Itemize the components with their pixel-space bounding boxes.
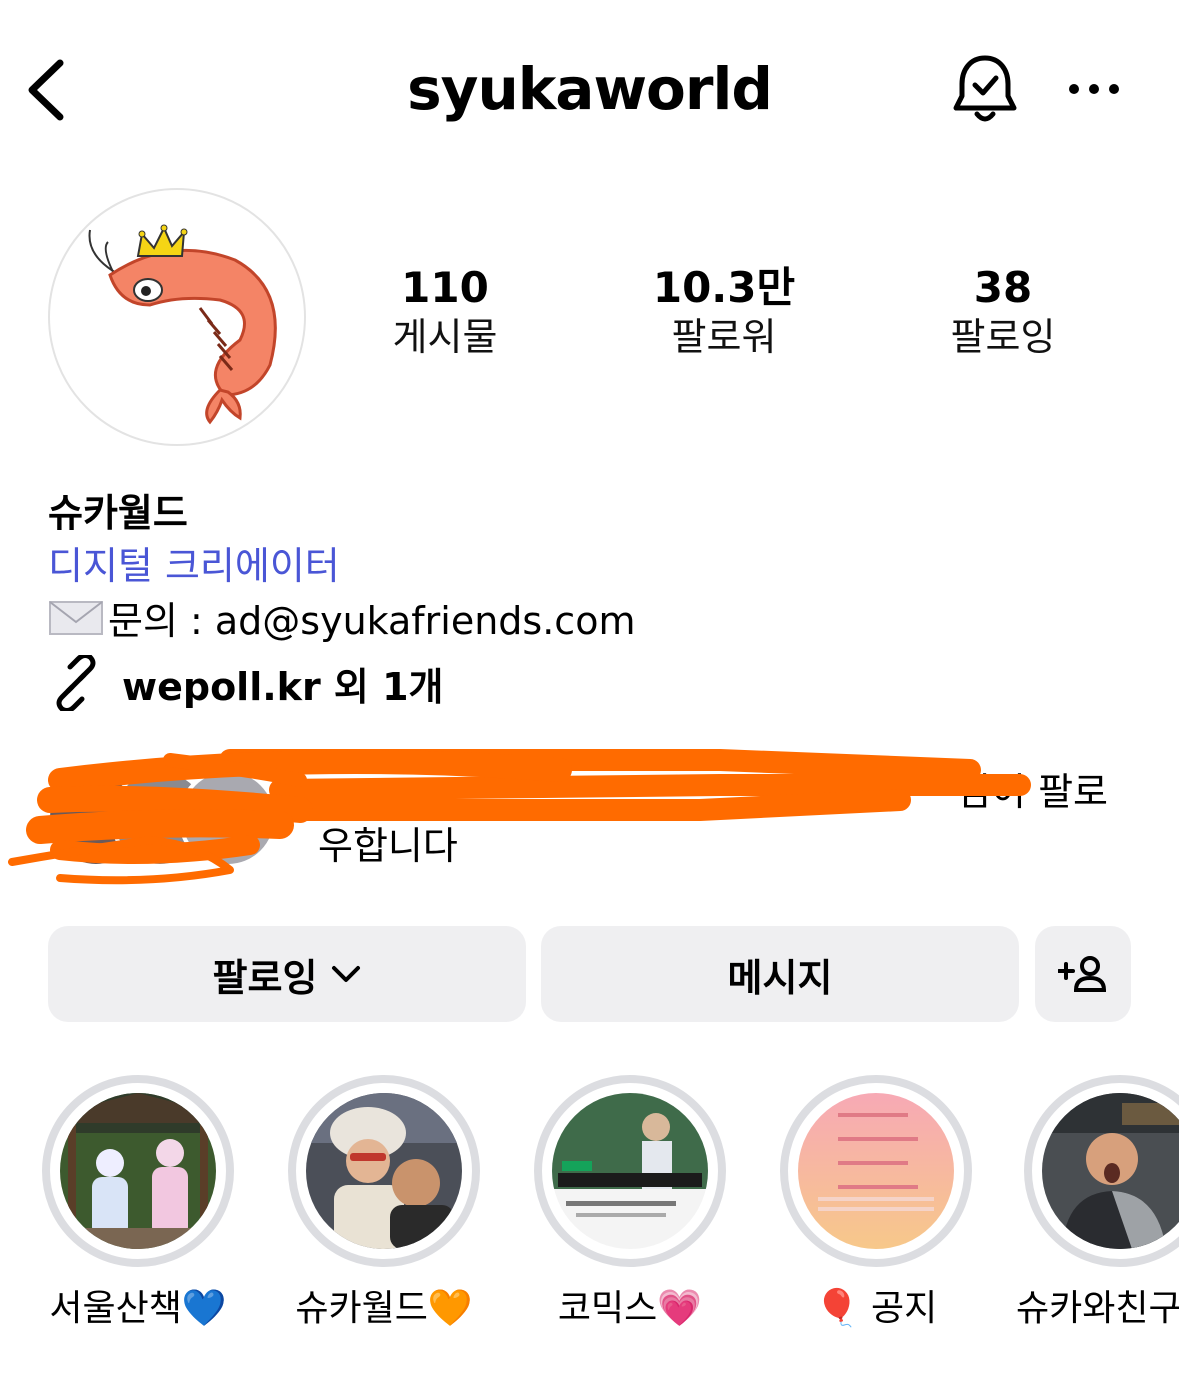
highlight-thumbnail [306,1093,462,1249]
mutual-avatar [178,768,278,868]
more-options-button[interactable] [1062,72,1126,106]
message-button-label: 메시지 [727,955,833,1000]
highlight-seoul-walk[interactable]: 서울산책💙 [40,1075,236,1331]
more-dots-icon [1069,84,1119,94]
add-person-icon [1058,956,1107,992]
highlight-thumbnail [552,1093,708,1249]
envelope-icon [49,600,103,635]
category-label[interactable]: 디지털 크리에이터 [48,535,340,590]
contact-text: 문의 : ad@syukafriends.com [108,599,636,643]
highlight-label: 슈카와친구들 [1016,1288,1179,1329]
highlight-syukaworld[interactable]: 슈카월드🧡 [286,1075,482,1331]
highlight-ring [1024,1075,1179,1267]
bell-check-icon [953,55,1017,122]
notifications-button[interactable] [950,52,1020,127]
bio-contact: 문의 : ad@syukafriends.com [48,590,635,645]
following-count: 38 [973,263,1033,312]
shrimp-logo [88,224,277,425]
mutual-text-line2: 우합니다 [318,824,458,868]
link-text: wepoll.kr 외 1개 [122,664,444,709]
orange-heart-icon: 🧡 [427,1288,473,1329]
display-name: 슈카월드 [48,491,188,535]
bio-link[interactable]: wepoll.kr 외 1개 [48,655,444,711]
profile-avatar[interactable] [48,188,306,446]
highlight-label: 🎈 공지 [814,1288,938,1329]
highlight-thumbnail [60,1093,216,1249]
highlight-thumbnail [1042,1093,1179,1249]
highlight-thumbnail [798,1093,954,1249]
highlight-comics[interactable]: 코믹스💗 [532,1075,728,1331]
highlight-label: 코믹스💗 [557,1288,703,1329]
back-button[interactable] [22,55,72,125]
highlight-ring [288,1075,480,1267]
stat-posts[interactable]: 110 게시물 [345,262,545,360]
highlight-ring [780,1075,972,1267]
suggest-users-button[interactable] [1035,926,1131,1022]
posts-label: 게시물 [392,315,498,359]
following-button-label: 팔로잉 [212,955,318,1000]
chevron-left-icon [28,59,64,121]
mutual-text-line1: 님이 팔로 [956,770,1108,814]
highlight-label: 서울산책💙 [49,1288,227,1329]
chevron-down-icon [332,966,361,982]
message-button[interactable]: 메시지 [541,926,1019,1022]
highlight-ring [42,1075,234,1267]
highlight-ring [534,1075,726,1267]
pink-heart-icon: 💗 [657,1288,703,1329]
balloon-icon: 🎈 [814,1288,860,1329]
stat-followers[interactable]: 10.3만 팔로워 [624,262,824,360]
mutual-followers-text: 님이 팔로 우합니다 [318,765,1118,873]
followers-label: 팔로워 [671,315,777,359]
highlight-notice[interactable]: 🎈 공지 [778,1075,974,1331]
following-label: 팔로잉 [950,315,1056,359]
link-icon [56,655,96,711]
followers-count: 10.3만 [652,263,796,312]
highlight-label: 슈카월드🧡 [295,1288,473,1329]
posts-count: 110 [401,263,489,312]
following-button[interactable]: 팔로잉 [48,926,526,1022]
blue-heart-icon: 💙 [181,1288,227,1329]
highlight-syuka-friends[interactable]: 슈카와친구들 [1016,1075,1179,1331]
stat-following[interactable]: 38 팔로잉 [903,262,1103,360]
